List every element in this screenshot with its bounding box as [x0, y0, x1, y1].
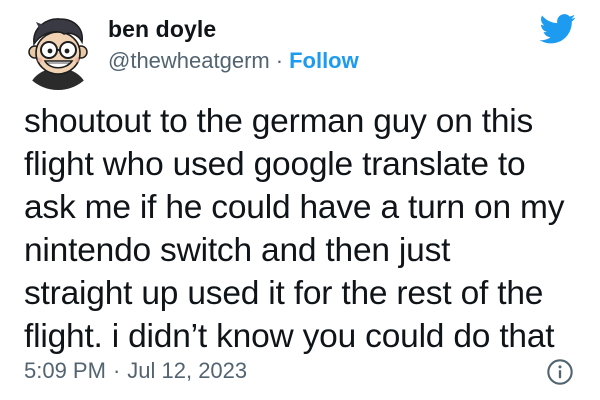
- tweet-text-line: nintendo switch and then just: [24, 232, 451, 269]
- tweet-date[interactable]: Jul 12, 2023: [127, 356, 247, 386]
- tweet-text-line: ask me if he could have a turn on my: [24, 189, 565, 226]
- tweet-text-line: straight up used it for the rest of the: [24, 275, 544, 312]
- tweet-timestamp[interactable]: 5:09 PM · Jul 12, 2023: [24, 356, 247, 386]
- tweet-text-line: flight who used google translate to: [24, 146, 526, 183]
- author-handle[interactable]: @thewheatgerm: [108, 46, 270, 76]
- tweet-text-line: shoutout to the german guy on this: [24, 103, 534, 140]
- follow-button[interactable]: Follow: [289, 46, 359, 76]
- twitter-bird-icon[interactable]: [540, 14, 576, 44]
- info-icon[interactable]: [546, 358, 574, 386]
- author-name[interactable]: ben doyle: [108, 14, 216, 44]
- tweet-text: shoutout to the german guy on this fligh…: [24, 100, 590, 358]
- tweet-text-line: flight. i didn’t know you could do that: [24, 318, 555, 355]
- avatar-illustration: [18, 10, 98, 90]
- tweet-card: ben doyle @thewheatgerm · Follow shoutou…: [0, 0, 600, 400]
- separator-dot: ·: [112, 358, 121, 383]
- author-handle-row: @thewheatgerm · Follow: [108, 46, 359, 76]
- tweet-time[interactable]: 5:09 PM: [24, 356, 106, 386]
- avatar[interactable]: [18, 10, 98, 90]
- separator-dot: ·: [275, 48, 284, 73]
